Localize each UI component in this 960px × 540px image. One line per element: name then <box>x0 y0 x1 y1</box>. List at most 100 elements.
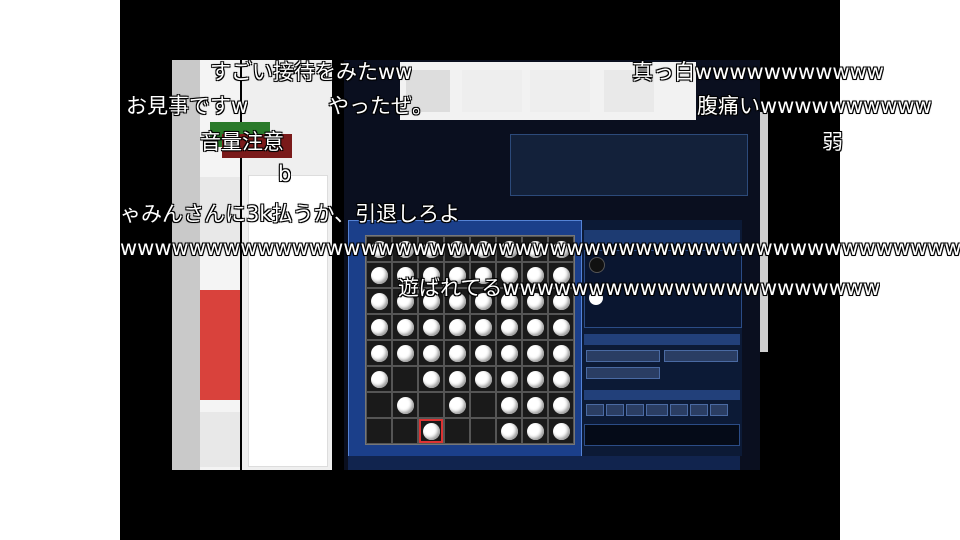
white-disc <box>526 344 544 362</box>
board-cell[interactable] <box>418 314 444 340</box>
board-cell[interactable] <box>496 340 522 366</box>
white-disc <box>500 318 518 336</box>
white-disc <box>396 318 414 336</box>
character-strip <box>172 60 200 470</box>
white-disc <box>396 344 414 362</box>
step-forward-button[interactable] <box>670 404 688 416</box>
board-cell[interactable] <box>366 288 392 314</box>
bottom-bar <box>348 456 740 470</box>
panel-button-3[interactable] <box>586 367 660 379</box>
scrollbar[interactable] <box>760 112 768 352</box>
info-box <box>510 134 748 196</box>
board-cell[interactable] <box>366 340 392 366</box>
board-cell[interactable] <box>496 392 522 418</box>
board-cell[interactable] <box>548 340 574 366</box>
comment: 腹痛いwwwwwwwwww <box>697 94 932 118</box>
board-cell[interactable] <box>444 314 470 340</box>
board-cell[interactable] <box>548 314 574 340</box>
comment: b <box>278 162 292 186</box>
white-disc <box>500 396 518 414</box>
white-disc <box>370 370 388 388</box>
white-disc <box>552 396 570 414</box>
board-cell[interactable] <box>470 366 496 392</box>
board-cell[interactable] <box>366 392 392 418</box>
white-disc <box>474 344 492 362</box>
board-cell[interactable] <box>444 418 470 444</box>
panel-button-1[interactable] <box>586 350 660 362</box>
board-cell[interactable] <box>470 340 496 366</box>
board-cell[interactable] <box>470 314 496 340</box>
board-cell[interactable] <box>522 392 548 418</box>
control-header <box>584 390 740 400</box>
prev-move-button[interactable] <box>606 404 624 416</box>
board-cell[interactable] <box>392 314 418 340</box>
board-cell[interactable] <box>496 418 522 444</box>
board-cell[interactable] <box>418 418 444 444</box>
comment: 音量注意 <box>200 130 284 154</box>
first-move-button[interactable] <box>586 404 604 416</box>
board-cell[interactable] <box>418 392 444 418</box>
board-cell[interactable] <box>366 418 392 444</box>
board-cell[interactable] <box>496 314 522 340</box>
board-cell[interactable] <box>548 418 574 444</box>
comment: 弱 <box>822 130 843 154</box>
comment: すごい接待をみたww <box>210 60 413 84</box>
comment: ゃみんさんに3k払うか、引退しろよ <box>120 202 461 226</box>
step-back-button[interactable] <box>626 404 644 416</box>
comment: やったぜ。 <box>328 94 433 118</box>
comment: wwwwwwwwwwwwwwwwwwwwwwwwwwwwwwwwwwwwwwww… <box>120 236 960 260</box>
white-disc <box>500 344 518 362</box>
board-cell[interactable] <box>392 366 418 392</box>
board-cell[interactable] <box>392 392 418 418</box>
comment: お見事ですw <box>126 94 249 118</box>
last-move-button[interactable] <box>710 404 728 416</box>
white-disc <box>370 344 388 362</box>
board-cell[interactable] <box>522 314 548 340</box>
board-cell[interactable] <box>522 340 548 366</box>
ad-banner-2 <box>200 290 240 400</box>
next-move-button[interactable] <box>690 404 708 416</box>
white-disc <box>474 370 492 388</box>
board-cell[interactable] <box>470 418 496 444</box>
board-cell[interactable] <box>522 418 548 444</box>
white-disc <box>370 318 388 336</box>
board-cell[interactable] <box>548 366 574 392</box>
panel-button-2[interactable] <box>664 350 738 362</box>
board-cell[interactable] <box>496 366 522 392</box>
board-cell[interactable] <box>444 392 470 418</box>
board-cell[interactable] <box>392 340 418 366</box>
white-disc <box>448 318 466 336</box>
white-disc <box>526 422 544 440</box>
board-cell[interactable] <box>470 392 496 418</box>
white-disc <box>500 370 518 388</box>
board-cell[interactable] <box>366 262 392 288</box>
board-cell[interactable] <box>366 314 392 340</box>
board-cell[interactable] <box>548 392 574 418</box>
board-cell[interactable] <box>522 366 548 392</box>
white-disc <box>422 422 440 440</box>
comment: 真っ白wwwwwwwwwww <box>632 60 884 84</box>
board-cell[interactable] <box>366 366 392 392</box>
white-disc <box>552 422 570 440</box>
comment: 遊ばれてるwwwwwwwwwwwwwwwwwwwwww <box>398 276 881 300</box>
white-disc <box>396 396 414 414</box>
othello-board[interactable] <box>365 235 575 445</box>
left-letterbox <box>0 0 120 540</box>
board-cell[interactable] <box>444 366 470 392</box>
board-cell[interactable] <box>418 366 444 392</box>
white-disc <box>526 318 544 336</box>
white-disc <box>422 318 440 336</box>
white-disc <box>448 344 466 362</box>
white-disc <box>448 370 466 388</box>
white-disc <box>448 396 466 414</box>
white-disc <box>422 370 440 388</box>
white-disc <box>526 370 544 388</box>
white-disc <box>474 318 492 336</box>
board-cell[interactable] <box>444 340 470 366</box>
chat-box <box>584 424 740 446</box>
white-disc <box>422 344 440 362</box>
white-disc <box>526 396 544 414</box>
board-cell[interactable] <box>418 340 444 366</box>
move-counter <box>646 404 668 416</box>
board-cell[interactable] <box>392 418 418 444</box>
